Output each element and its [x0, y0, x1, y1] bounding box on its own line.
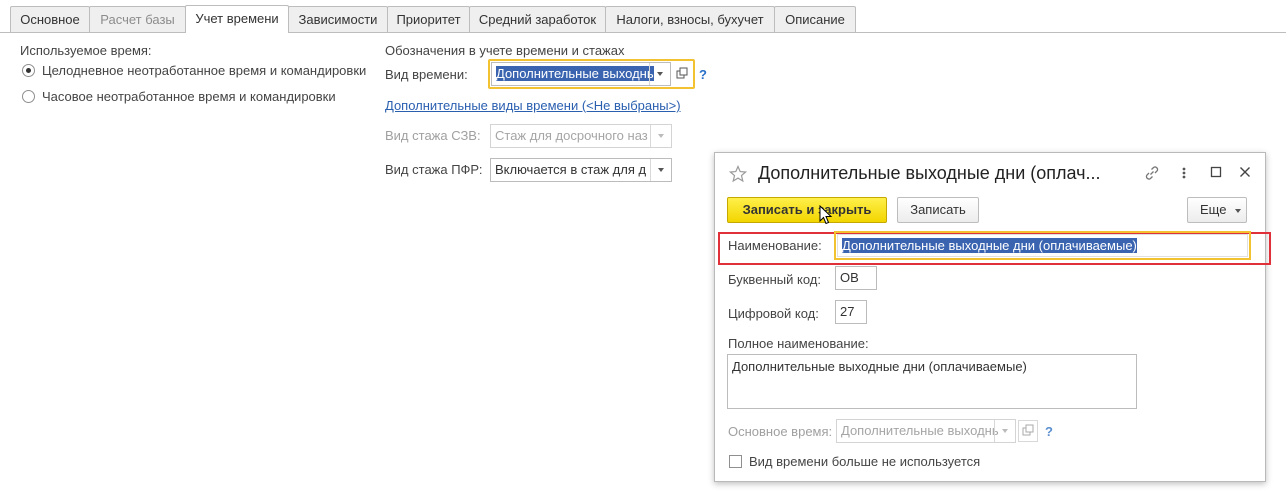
- tab-base-calculation: Расчет базы: [89, 6, 186, 32]
- digit-code-label: Цифровой код:: [728, 306, 819, 321]
- time-type-label: Вид времени:: [385, 67, 468, 82]
- szv-value: Стаж для досрочного наз: [495, 128, 648, 143]
- mouse-cursor-icon: [819, 205, 833, 225]
- szv-label: Вид стажа СЗВ:: [385, 128, 481, 143]
- szv-field: Стаж для досрочного наз: [490, 124, 672, 148]
- save-and-close-button[interactable]: Записать и закрыть: [727, 197, 887, 223]
- tab-time-accounting[interactable]: Учет времени: [185, 5, 289, 33]
- not-used-label[interactable]: Вид времени больше не используется: [749, 454, 980, 469]
- pfr-field[interactable]: Включается в стаж для д: [490, 158, 672, 182]
- full-name-value: Дополнительные выходные дни (оплачиваемы…: [732, 359, 1027, 374]
- full-name-label: Полное наименование:: [728, 336, 869, 351]
- letter-code-field[interactable]: ОВ: [835, 266, 877, 290]
- base-time-field: Дополнительные выходнь: [836, 419, 1016, 443]
- not-used-checkbox[interactable]: [729, 455, 742, 468]
- time-type-dialog: Дополнительные выходные дни (оплач... За…: [714, 152, 1271, 482]
- name-value: Дополнительные выходные дни (оплачиваемы…: [842, 238, 1137, 253]
- pfr-value: Включается в стаж для д: [495, 162, 647, 177]
- name-label: Наименование:: [728, 238, 822, 253]
- full-name-textarea[interactable]: Дополнительные выходные дни (оплачиваемы…: [727, 354, 1137, 409]
- radio-full-day[interactable]: [22, 64, 35, 77]
- name-field[interactable]: Дополнительные выходные дни (оплачиваемы…: [837, 234, 1248, 257]
- close-icon[interactable]: [1239, 166, 1251, 178]
- favorite-star-icon[interactable]: [729, 165, 747, 183]
- letter-code-label: Буквенный код:: [728, 272, 821, 287]
- tab-bar: Основное Расчет базы Учет времени Зависи…: [0, 0, 1286, 33]
- base-time-help-icon[interactable]: ?: [1045, 424, 1053, 439]
- time-type-open-icon[interactable]: [672, 63, 692, 85]
- szv-dropdown-icon: [650, 125, 671, 147]
- dialog-title: Дополнительные выходные дни (оплач...: [758, 163, 1101, 183]
- base-time-open-icon: [1018, 420, 1038, 442]
- digit-code-field[interactable]: 27: [835, 300, 867, 324]
- more-button-label: Еще: [1200, 202, 1227, 217]
- more-button[interactable]: Еще: [1187, 197, 1247, 223]
- base-time-label: Основное время:: [728, 424, 833, 439]
- maximize-icon[interactable]: [1210, 166, 1222, 178]
- save-button[interactable]: Записать: [897, 197, 979, 223]
- tab-dependencies[interactable]: Зависимости: [288, 6, 388, 32]
- tab-main[interactable]: Основное: [10, 6, 90, 32]
- time-type-field[interactable]: Дополнительные выходнь: [491, 62, 671, 86]
- chevron-down-icon: [1235, 209, 1241, 213]
- link-icon[interactable]: [1144, 165, 1160, 181]
- base-time-dropdown-icon: [994, 420, 1015, 442]
- time-type-dropdown-icon[interactable]: [649, 63, 670, 85]
- used-time-title: Используемое время:: [20, 43, 152, 58]
- pfr-label: Вид стажа ПФР:: [385, 162, 483, 177]
- radio-full-day-label[interactable]: Целодневное неотработанное время и коман…: [42, 63, 366, 78]
- radio-hourly[interactable]: [22, 90, 35, 103]
- tab-taxes[interactable]: Налоги, взносы, бухучет: [605, 6, 775, 32]
- more-vertical-icon[interactable]: [1180, 165, 1188, 181]
- base-time-value: Дополнительные выходнь: [841, 423, 999, 438]
- radio-hourly-label[interactable]: Часовое неотработанное время и командиро…: [42, 89, 336, 104]
- designations-title: Обозначения в учете времени и стажах: [385, 43, 625, 58]
- extra-time-types-link[interactable]: Дополнительные виды времени (<Не выбраны…: [385, 98, 681, 113]
- pfr-dropdown-icon[interactable]: [650, 159, 671, 181]
- tab-average-earnings[interactable]: Средний заработок: [469, 6, 606, 32]
- tab-priority[interactable]: Приоритет: [387, 6, 470, 32]
- tab-description[interactable]: Описание: [774, 6, 856, 32]
- letter-code-value: ОВ: [840, 270, 859, 285]
- time-type-value: Дополнительные выходнь: [496, 66, 654, 81]
- digit-code-value: 27: [840, 304, 855, 319]
- time-type-help-icon[interactable]: ?: [699, 67, 707, 82]
